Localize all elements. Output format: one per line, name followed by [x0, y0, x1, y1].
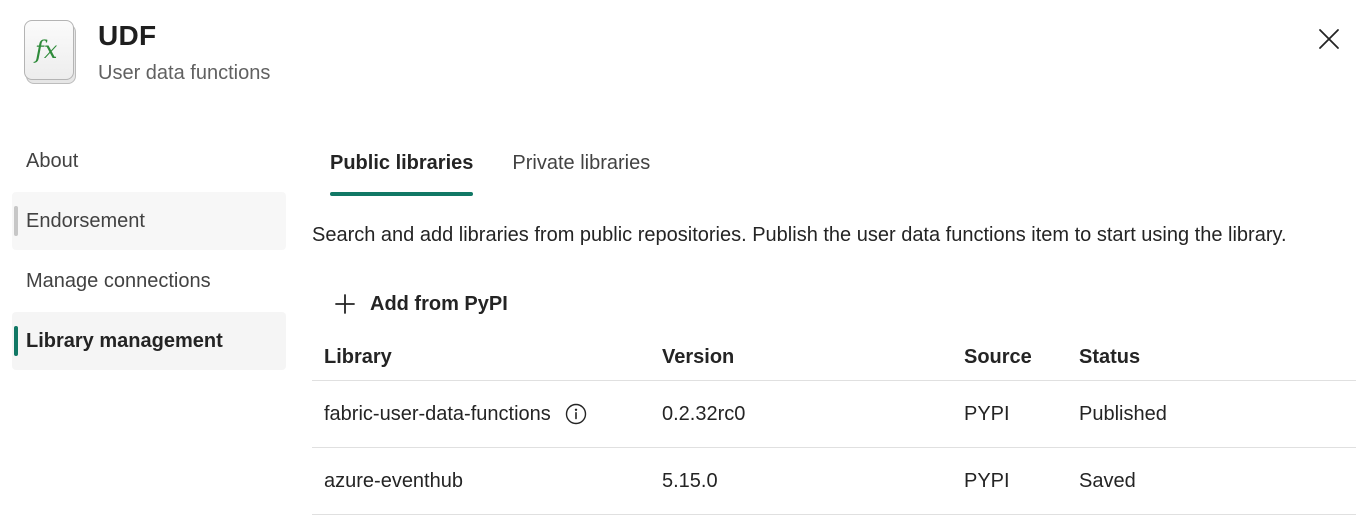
- plus-icon: [335, 294, 355, 314]
- tab-description: Search and add libraries from public rep…: [312, 224, 1287, 246]
- library-tabs: Public libraries Private libraries: [330, 146, 650, 196]
- library-management-dialog: fx UDF User data functions About Endorse…: [0, 0, 1360, 529]
- sidebar-item-label: Library management: [26, 329, 223, 352]
- app-subtitle: User data functions: [98, 62, 271, 84]
- app-title: UDF: [98, 20, 157, 51]
- tab-private-libraries[interactable]: Private libraries: [512, 146, 650, 196]
- library-status: Saved: [1079, 469, 1136, 492]
- library-source: PYPI: [964, 402, 1010, 425]
- sidebar-item-library-management[interactable]: Library management: [12, 312, 286, 370]
- library-version: 5.15.0: [662, 469, 718, 492]
- library-status: Published: [1079, 402, 1167, 425]
- svg-text:fx: fx: [33, 36, 58, 64]
- column-header-library[interactable]: Library: [312, 346, 662, 369]
- sidebar-item-label: Endorsement: [26, 209, 145, 232]
- fx-function-icon: fx: [24, 20, 76, 84]
- column-header-version[interactable]: Version: [662, 346, 964, 369]
- close-icon: [1319, 29, 1339, 49]
- table-row[interactable]: fabric-user-data-functions 0.2.32rc0 PYP…: [312, 381, 1356, 448]
- sidebar-item-manage-connections[interactable]: Manage connections: [12, 252, 286, 310]
- settings-sidebar: About Endorsement Manage connections Lib…: [12, 132, 286, 372]
- table-header: Library Version Source Status: [312, 334, 1356, 381]
- table-row[interactable]: azure-eventhub 5.15.0 PYPI Saved: [312, 448, 1356, 515]
- add-from-pypi-label: Add from PyPI: [370, 292, 508, 315]
- active-indicator: [14, 326, 18, 356]
- info-icon[interactable]: [565, 403, 587, 425]
- tab-public-libraries[interactable]: Public libraries: [330, 146, 474, 196]
- close-button[interactable]: [1314, 24, 1344, 54]
- column-header-status[interactable]: Status: [1079, 346, 1356, 369]
- library-name: fabric-user-data-functions: [324, 402, 551, 425]
- add-from-pypi-button[interactable]: Add from PyPI: [334, 286, 508, 322]
- library-version: 0.2.32rc0: [662, 402, 746, 425]
- sidebar-item-endorsement[interactable]: Endorsement: [12, 192, 286, 250]
- library-source: PYPI: [964, 469, 1010, 492]
- library-name: azure-eventhub: [324, 469, 463, 492]
- sidebar-item-about[interactable]: About: [12, 132, 286, 190]
- libraries-table: Library Version Source Status fabric-use…: [312, 334, 1356, 515]
- column-header-source[interactable]: Source: [964, 346, 1079, 369]
- sidebar-item-label: Manage connections: [26, 269, 211, 292]
- sidebar-item-label: About: [26, 149, 79, 172]
